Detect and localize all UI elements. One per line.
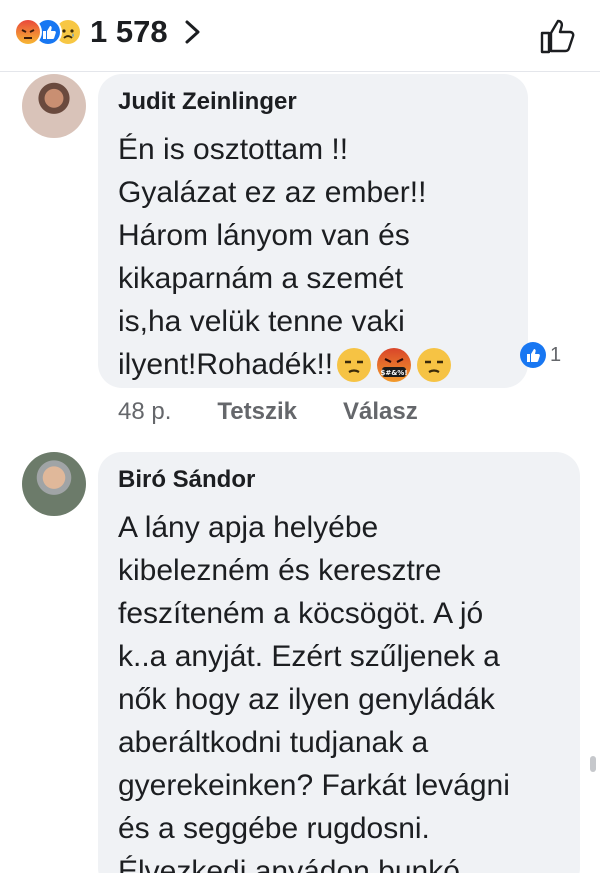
comment-bubble: Judit Zeinlinger Én is osztottam !! Gyal… bbox=[98, 74, 528, 388]
reaction-count: 1 578 bbox=[90, 14, 168, 49]
face-with-symbols-icon: $#&%! bbox=[377, 348, 412, 382]
unamused-face-icon bbox=[417, 348, 452, 382]
reply-button[interactable]: Válasz bbox=[343, 398, 418, 426]
cursing-symbols: $#&%! bbox=[381, 369, 408, 377]
comment-author[interactable]: Biró Sándor bbox=[118, 466, 255, 494]
comment-actions: 48 p. Tetszik Válasz bbox=[118, 398, 418, 426]
thumbs-up-icon[interactable] bbox=[538, 16, 578, 56]
comment-body: Én is osztottam !! Gyalázat ez az ember!… bbox=[118, 133, 427, 381]
emoji-group: $#&%! bbox=[337, 348, 452, 382]
unamused-face-icon bbox=[337, 348, 372, 382]
chevron-right-icon bbox=[185, 20, 200, 44]
avatar[interactable] bbox=[22, 452, 86, 516]
comment-reaction-count: 1 bbox=[550, 343, 562, 366]
like-icon bbox=[520, 342, 546, 368]
like-button[interactable]: Tetszik bbox=[217, 398, 297, 426]
comment-reactions[interactable]: 1 bbox=[520, 342, 561, 368]
scrollbar[interactable] bbox=[590, 756, 596, 772]
reactions-summary[interactable]: 1 578 bbox=[14, 14, 204, 50]
comment-body: A lány apja helyébe kibelezném és keresz… bbox=[118, 511, 510, 873]
comment-text: Én is osztottam !! Gyalázat ez az ember!… bbox=[118, 128, 452, 386]
comment-author[interactable]: Judit Zeinlinger bbox=[118, 88, 297, 116]
avatar[interactable] bbox=[22, 74, 86, 138]
reactions-bar: 1 578 bbox=[0, 0, 600, 72]
angry-icon bbox=[14, 18, 42, 46]
comment-bubble: Biró Sándor A lány apja helyébe kibelezn… bbox=[98, 452, 580, 873]
comment-time: 48 p. bbox=[118, 398, 172, 425]
